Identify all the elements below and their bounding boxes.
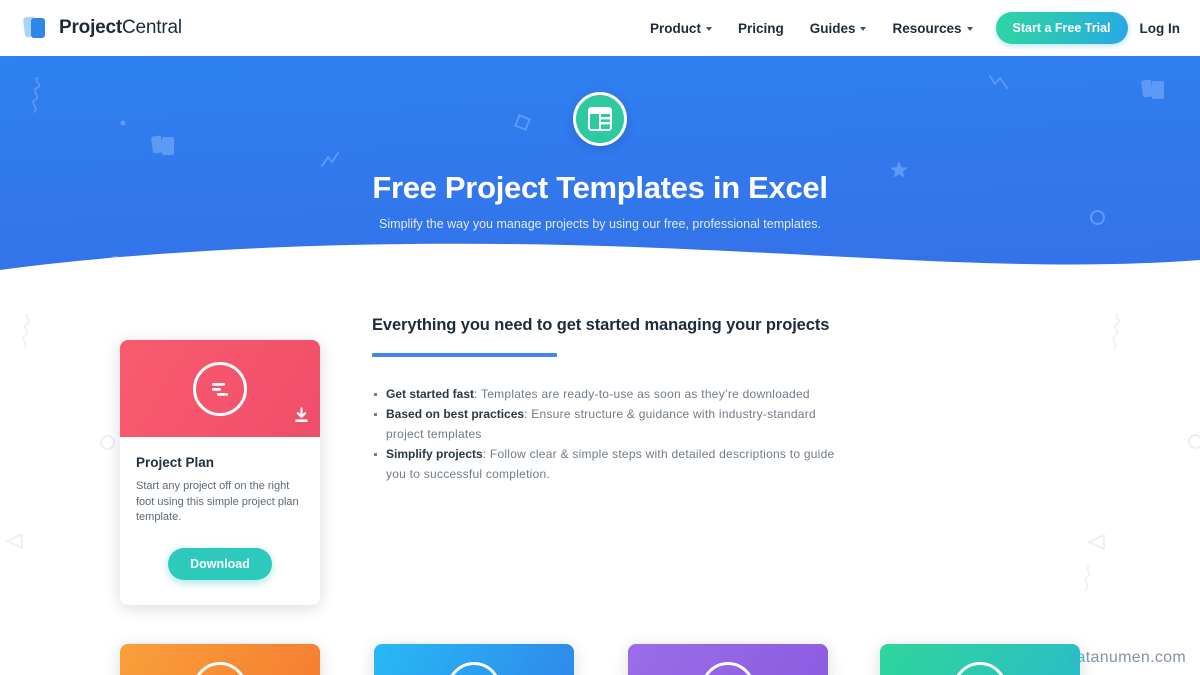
watermark: datanumen.com	[1067, 649, 1186, 667]
section-heading: Everything you need to get started manag…	[372, 316, 830, 334]
log-in-link[interactable]: Log In	[1136, 15, 1185, 42]
nav-item-guides[interactable]: Guides	[797, 15, 880, 42]
list-item-lead: Get started fast	[386, 387, 475, 401]
nav-item-guides-label: Guides	[809, 20, 856, 36]
nav-item-pricing[interactable]: Pricing	[725, 15, 797, 42]
brand-name-light: Central	[122, 17, 182, 38]
nav-item-product[interactable]: Product	[637, 15, 725, 42]
nav-item-resources-label: Resources	[892, 20, 962, 36]
nav-item-pricing-label: Pricing	[737, 20, 784, 36]
hero-content: Free Project Templates in Excel Simplify…	[0, 56, 1200, 286]
list-item: Get started fast: Templates are ready-to…	[372, 385, 842, 404]
page-title: Free Project Templates in Excel	[372, 170, 828, 205]
list-item-text: : Templates are ready-to-use as soon as …	[474, 387, 810, 401]
template-card-header	[120, 340, 320, 437]
watermark-rest: tanumen.com	[1085, 649, 1186, 666]
squiggle-decoration-icon	[1112, 313, 1121, 349]
benefits-list: Get started fast: Templates are ready-to…	[372, 385, 842, 484]
site-header: ProjectCentral Product Pricing Guides Re…	[0, 0, 1200, 56]
rocket-icon	[701, 662, 755, 675]
task-list-icon	[193, 361, 247, 416]
hero-subtitle: Simplify the way you manage projects by …	[379, 217, 821, 231]
download-button[interactable]: Download	[168, 547, 272, 580]
nav-item-resources[interactable]: Resources	[879, 15, 985, 42]
template-card-3[interactable]	[374, 644, 574, 675]
template-card-body: Project Plan Start any project off on th…	[120, 437, 320, 580]
squiggle-decoration-icon	[22, 313, 31, 349]
info-section: Everything you need to get started manag…	[372, 316, 842, 485]
triangle-decoration-icon	[1088, 534, 1105, 550]
stacked-sheets-logo-icon	[22, 15, 50, 41]
template-card-title: Project Plan	[136, 455, 215, 470]
list-item-lead: Simplify projects	[386, 447, 483, 462]
brand-name: ProjectCentral	[59, 17, 182, 39]
main-navigation: Product Pricing Guides Resources Start a…	[637, 12, 1184, 44]
start-free-trial-button[interactable]: Start a Free Trial	[995, 12, 1128, 44]
template-card-description: Start any project off on the right foot …	[136, 480, 299, 524]
template-layout-icon	[573, 92, 627, 146]
clock-icon	[953, 662, 1007, 675]
template-card-4[interactable]	[628, 644, 828, 675]
chevron-down-icon	[966, 27, 973, 31]
smiley-face-icon	[193, 662, 247, 675]
landing-page: ProjectCentral Product Pricing Guides Re…	[0, 0, 1200, 675]
main-content: Project Plan Start any project off on th…	[0, 286, 1200, 675]
brand-name-bold: Project	[59, 17, 123, 38]
template-card-row	[0, 644, 1200, 675]
list-item-lead: Based on best practices	[386, 407, 525, 422]
nav-item-product-label: Product	[649, 20, 701, 36]
list-item: Simplify projects: Follow clear & simple…	[372, 445, 842, 484]
list-item: Based on best practices: Ensure structur…	[372, 405, 842, 444]
triangle-decoration-icon	[6, 533, 23, 549]
brand-logo[interactable]: ProjectCentral	[22, 15, 182, 41]
robot-face-icon	[447, 662, 501, 675]
download-tray-icon[interactable]	[293, 407, 310, 429]
template-card-2[interactable]	[120, 644, 320, 675]
circle-decoration-icon	[100, 435, 115, 450]
template-card-5[interactable]	[880, 644, 1080, 675]
heading-underline	[372, 353, 557, 357]
hero-section: Free Project Templates in Excel Simplify…	[0, 56, 1200, 286]
chevron-down-icon	[705, 27, 712, 31]
circle-decoration-icon	[1188, 434, 1200, 449]
chevron-down-icon	[860, 27, 867, 31]
squiggle-decoration-icon	[1084, 565, 1090, 591]
template-card-project-plan[interactable]: Project Plan Start any project off on th…	[120, 340, 320, 605]
watermark-prefix: da	[1067, 649, 1086, 666]
